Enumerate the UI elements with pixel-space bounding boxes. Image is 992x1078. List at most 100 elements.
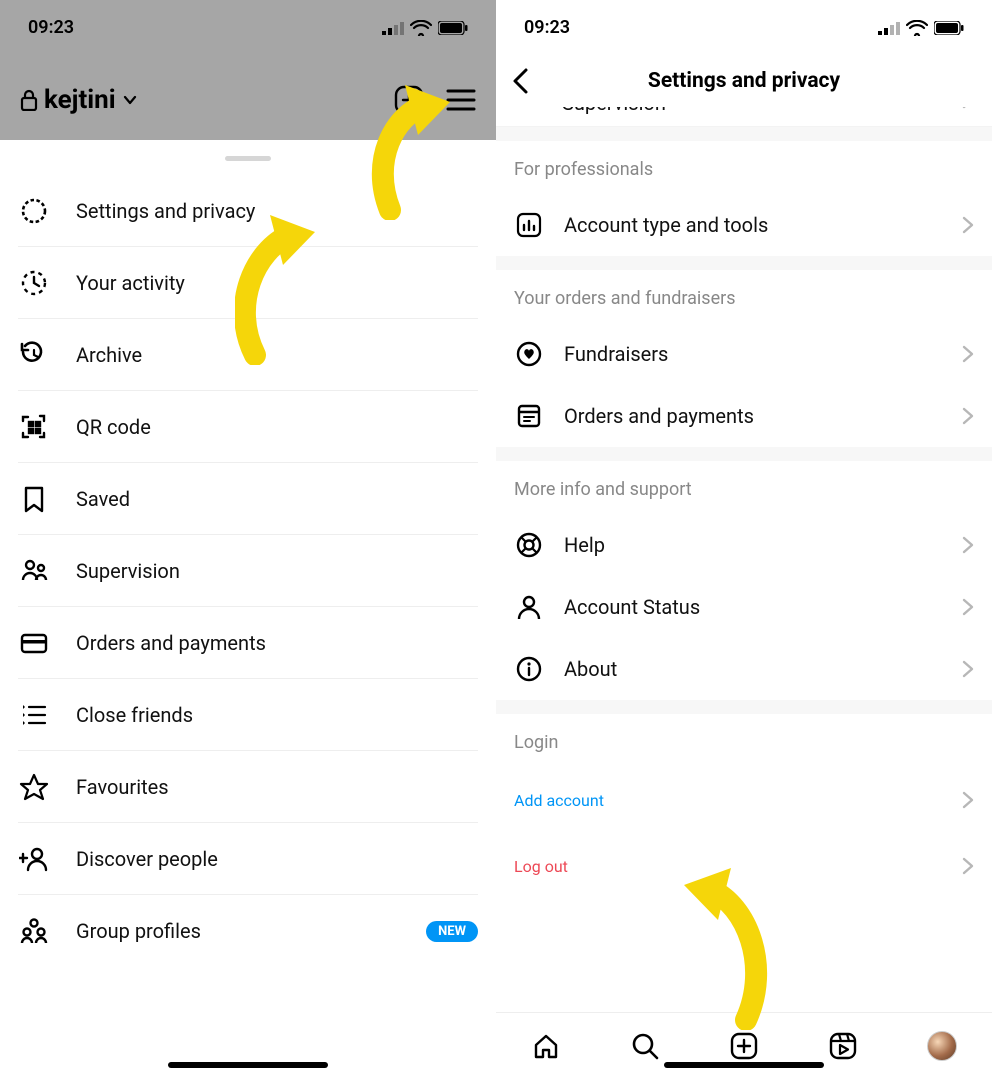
chevron-right-icon xyxy=(962,536,974,554)
status-icons xyxy=(878,20,964,36)
row-label: Fundraisers xyxy=(564,342,942,366)
row-supervision-partial[interactable]: Supervision xyxy=(496,107,992,127)
menu-label: Your activity xyxy=(76,271,185,295)
row-label: Log out xyxy=(514,857,962,876)
dim-overlay xyxy=(0,0,496,140)
battery-icon xyxy=(934,21,964,35)
add-user-icon xyxy=(18,843,50,875)
row-label: Help xyxy=(564,533,942,557)
card-icon xyxy=(18,627,50,659)
tab-home[interactable] xyxy=(528,1028,564,1064)
qr-icon xyxy=(18,411,50,443)
status-time: 09:23 xyxy=(524,17,570,38)
row-label: Account Status xyxy=(564,595,942,619)
menu-saved[interactable]: Saved xyxy=(18,463,478,535)
menu-orders-payments[interactable]: Orders and payments xyxy=(18,607,478,679)
row-account-status[interactable]: Account Status xyxy=(496,576,992,638)
chevron-right-icon xyxy=(962,857,974,875)
star-icon xyxy=(18,771,50,803)
menu-discover-people[interactable]: Discover people xyxy=(18,823,478,895)
menu-your-activity[interactable]: Your activity xyxy=(18,247,478,319)
wifi-icon xyxy=(906,20,928,36)
row-add-account[interactable]: Add account xyxy=(496,767,992,833)
menu-settings-privacy[interactable]: Settings and privacy xyxy=(18,175,478,247)
chevron-right-icon xyxy=(962,345,974,363)
close-friends-icon xyxy=(18,699,50,731)
row-fundraisers[interactable]: Fundraisers xyxy=(496,323,992,385)
left-phone: 09:23 kejtini xyxy=(0,0,496,1078)
right-phone: 09:23 Settings and privacy Supervision xyxy=(496,0,992,1078)
heart-circle-icon xyxy=(514,339,544,369)
chevron-right-icon xyxy=(962,216,974,234)
person-icon xyxy=(514,592,544,622)
new-badge: NEW xyxy=(426,921,478,942)
chevron-right-icon xyxy=(962,791,974,809)
menu-archive[interactable]: Archive xyxy=(18,319,478,391)
create-icon xyxy=(729,1031,759,1061)
menu-label: Supervision xyxy=(76,559,180,583)
menu-label: Archive xyxy=(76,343,142,367)
avatar-icon xyxy=(927,1031,957,1061)
row-label: Add account xyxy=(514,791,962,810)
home-indicator xyxy=(168,1062,328,1068)
tab-search[interactable] xyxy=(627,1028,663,1064)
tab-reels[interactable] xyxy=(825,1028,861,1064)
chart-icon xyxy=(514,210,544,240)
menu-label: Saved xyxy=(76,487,130,511)
archive-icon xyxy=(18,339,50,371)
section-header-login: Login xyxy=(496,714,992,767)
menu-label: Orders and payments xyxy=(76,631,266,655)
menu-label: Close friends xyxy=(76,703,193,727)
home-icon xyxy=(531,1031,561,1061)
supervision-icon xyxy=(18,555,50,587)
chevron-right-icon xyxy=(962,107,974,109)
menu-label: Group profiles xyxy=(76,919,201,943)
settings-scroll[interactable]: Supervision For professionals Account ty… xyxy=(496,107,992,1012)
supervision-icon xyxy=(514,107,542,109)
row-label: Account type and tools xyxy=(564,213,942,237)
section-header-support: More info and support xyxy=(496,461,992,514)
row-log-out[interactable]: Log out xyxy=(496,833,992,899)
receipt-icon xyxy=(514,401,544,431)
tab-profile[interactable] xyxy=(924,1028,960,1064)
gear-icon xyxy=(18,195,50,227)
home-indicator xyxy=(664,1062,824,1068)
sheet-menu: Settings and privacy Your activity Archi… xyxy=(0,175,496,967)
menu-label: QR code xyxy=(76,415,151,439)
section-header-professionals: For professionals xyxy=(496,141,992,194)
chevron-right-icon xyxy=(962,598,974,616)
reels-icon xyxy=(828,1031,858,1061)
row-help[interactable]: Help xyxy=(496,514,992,576)
chevron-right-icon xyxy=(962,407,974,425)
settings-header: Settings and privacy xyxy=(496,55,992,107)
menu-label: Favourites xyxy=(76,775,169,799)
row-account-type-tools[interactable]: Account type and tools xyxy=(496,194,992,256)
tab-create[interactable] xyxy=(726,1028,762,1064)
chevron-right-icon xyxy=(962,660,974,678)
menu-group-profiles[interactable]: Group profiles NEW xyxy=(18,895,478,967)
cellular-icon xyxy=(878,21,900,35)
menu-qr-code[interactable]: QR code xyxy=(18,391,478,463)
row-label: About xyxy=(564,657,942,681)
status-bar: 09:23 xyxy=(496,0,992,55)
lifebuoy-icon xyxy=(514,530,544,560)
search-icon xyxy=(630,1031,660,1061)
menu-favourites[interactable]: Favourites xyxy=(18,751,478,823)
sheet-handle[interactable] xyxy=(225,156,271,161)
row-about[interactable]: About xyxy=(496,638,992,700)
back-button[interactable] xyxy=(510,67,532,95)
section-header-orders: Your orders and fundraisers xyxy=(496,270,992,323)
info-icon xyxy=(514,654,544,684)
menu-close-friends[interactable]: Close friends xyxy=(18,679,478,751)
group-icon xyxy=(18,915,50,947)
hamburger-sheet: Settings and privacy Your activity Archi… xyxy=(0,140,496,1078)
menu-supervision[interactable]: Supervision xyxy=(18,535,478,607)
row-orders-payments[interactable]: Orders and payments xyxy=(496,385,992,447)
chevron-left-icon xyxy=(510,67,532,95)
row-label: Supervision xyxy=(562,107,666,115)
tab-bar xyxy=(496,1012,992,1078)
activity-icon xyxy=(18,267,50,299)
page-title: Settings and privacy xyxy=(648,69,840,93)
menu-label: Discover people xyxy=(76,847,218,871)
bookmark-icon xyxy=(18,483,50,515)
